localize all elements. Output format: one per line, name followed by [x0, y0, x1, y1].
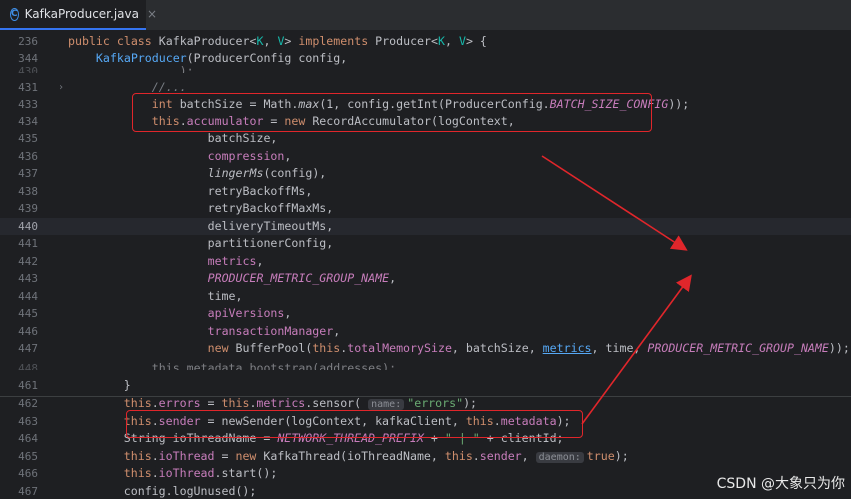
arrow-from-accumulator [541, 155, 688, 251]
arrow-from-sender [581, 274, 692, 425]
watermark: CSDN @大象只为你 [716, 476, 845, 492]
annotation-arrows [541, 155, 692, 425]
